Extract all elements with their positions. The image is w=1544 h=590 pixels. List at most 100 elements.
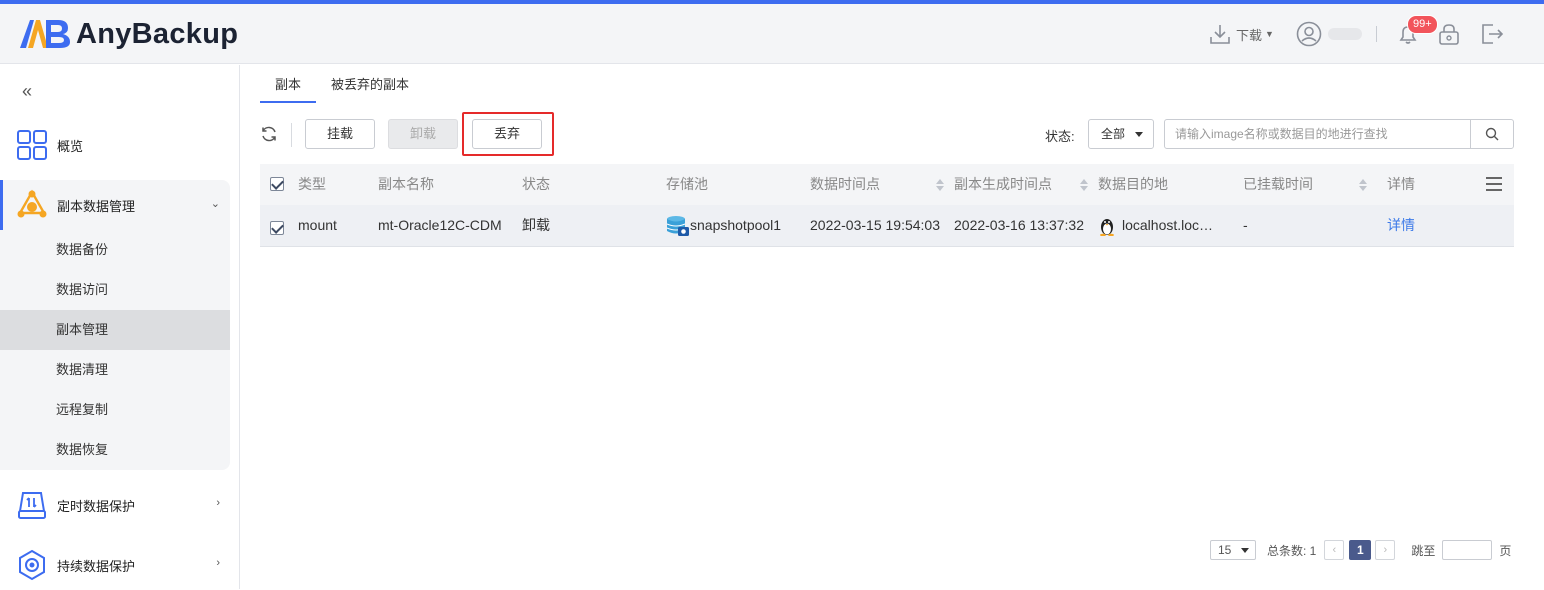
column-header-created-time[interactable]: 副本生成时间点: [954, 164, 1094, 205]
sort-icon[interactable]: [1359, 179, 1367, 191]
search-input[interactable]: [1165, 120, 1465, 148]
sidebar: « 概览 副本数据管理 ⌄ 数据备份 数据访问 副本管理 数据清理 远程复制 数…: [0, 65, 240, 589]
chevron-down-icon: ⌄: [210, 198, 220, 210]
page-suffix-label: 页: [1499, 543, 1512, 558]
sidebar-item-copy-data-management[interactable]: 副本数据管理 ⌄: [0, 180, 230, 230]
app-header: AnyBackup 下载 ▼ 99+: [0, 4, 1544, 64]
sidebar-item-label: 概览: [57, 138, 84, 154]
status-filter-label: 状态:: [1045, 129, 1075, 144]
column-header-label: 已挂载时间: [1243, 176, 1313, 192]
app-name: AnyBackup: [76, 17, 239, 50]
chevron-right-icon: ›: [216, 557, 220, 569]
sidebar-item-label: 定时数据保护: [57, 498, 136, 514]
chevron-right-icon: ›: [216, 497, 220, 509]
sidebar-subitem-data-restore[interactable]: 数据恢复: [0, 430, 230, 470]
column-header-type: 类型: [298, 176, 326, 192]
lock-icon: [1439, 24, 1459, 45]
user-menu[interactable]: [1296, 4, 1362, 64]
download-menu[interactable]: 下载 ▼: [1208, 4, 1274, 64]
column-header-data-time[interactable]: 数据时间点: [810, 164, 950, 205]
prev-page-button[interactable]: ‹: [1324, 540, 1345, 560]
chevron-left-icon: ‹: [1332, 544, 1337, 556]
sidebar-subitem-data-backup[interactable]: 数据备份: [0, 230, 230, 270]
tab-copies[interactable]: 副本: [260, 75, 317, 103]
cell-status: 卸载: [522, 217, 550, 233]
highlight-box: [462, 112, 554, 156]
caret-down-icon: [1135, 132, 1143, 137]
sidebar-item-overview[interactable]: 概览: [0, 120, 230, 170]
search-box: [1164, 119, 1514, 149]
table-row[interactable]: mount mt-Oracle12C-CDM 卸载 snapshotpool1 …: [260, 205, 1514, 247]
sidebar-subitem-data-cleanup[interactable]: 数据清理: [0, 350, 230, 390]
toolbar: 挂载 卸载 丢弃 状态: 全部: [260, 112, 1514, 156]
tab-bar: 副本 被丢弃的副本: [260, 75, 424, 103]
download-label: 下载: [1236, 27, 1263, 43]
mount-button[interactable]: 挂载: [305, 119, 375, 149]
sidebar-item-label: 副本数据管理: [57, 198, 136, 214]
jump-to-label: 跳至: [1411, 543, 1436, 558]
toolbar-divider: [291, 123, 292, 147]
cell-created-time: 2022-03-16 13:37:32: [954, 217, 1084, 233]
page-number-current[interactable]: 1: [1349, 540, 1372, 560]
copy-data-icon: [17, 189, 47, 218]
sidebar-subitem-data-access[interactable]: 数据访问: [0, 270, 230, 310]
table-header: 类型 副本名称 状态 存储池 数据时间点 副本生成时间点 数据目的地 已挂载时间…: [260, 164, 1514, 205]
user-avatar-icon: [1296, 21, 1322, 47]
notifications-button[interactable]: [1396, 4, 1420, 64]
column-header-mounted-time[interactable]: 已挂载时间: [1243, 164, 1373, 205]
pagination: 15 总条数: 1 ‹ 1 › 跳至 页: [1210, 539, 1511, 561]
collapse-sidebar-icon[interactable]: «: [22, 81, 32, 102]
row-checkbox[interactable]: [270, 221, 284, 235]
cell-pool: snapshotpool1: [666, 205, 806, 246]
refresh-icon[interactable]: [260, 125, 278, 143]
column-header-status: 状态: [522, 176, 550, 192]
sidebar-subitem-remote-replication[interactable]: 远程复制: [0, 390, 230, 430]
status-filter-value: 全部: [1101, 127, 1126, 141]
notification-badge: 99+: [1407, 15, 1438, 34]
sort-icon[interactable]: [1080, 179, 1088, 191]
lock-button[interactable]: [1437, 4, 1461, 64]
sidebar-subitem-copy-management[interactable]: 副本管理: [0, 310, 230, 350]
sidebar-item-scheduled-protection[interactable]: 定时数据保护 ›: [0, 480, 230, 530]
caret-down-icon: [1241, 548, 1249, 553]
sidebar-item-continuous-protection[interactable]: 持续数据保护 ›: [0, 540, 230, 590]
cell-type: mount: [298, 217, 337, 233]
select-all-checkbox[interactable]: [270, 177, 284, 191]
header-divider: [1376, 26, 1377, 42]
search-button[interactable]: [1470, 120, 1513, 148]
chevron-down-icon: ▼: [1265, 29, 1274, 39]
scheduled-backup-icon: [18, 492, 46, 519]
page-size-value: 15: [1218, 543, 1232, 557]
column-header-destination: 数据目的地: [1098, 176, 1168, 192]
copies-table: 类型 副本名称 状态 存储池 数据时间点 副本生成时间点 数据目的地 已挂载时间…: [260, 164, 1514, 247]
column-settings-menu-icon[interactable]: [1486, 177, 1502, 191]
storage-pool-icon: [666, 215, 689, 236]
cell-destination: localhost.loc…: [1098, 205, 1228, 246]
column-header-label: 数据时间点: [810, 176, 880, 192]
column-header-detail: 详情: [1387, 176, 1415, 192]
page-size-select[interactable]: 15: [1210, 540, 1256, 560]
cell-data-time: 2022-03-15 19:54:03: [810, 217, 940, 233]
next-page-button[interactable]: ›: [1375, 540, 1396, 560]
logout-icon: [1482, 24, 1504, 44]
dashboard-grid-icon: [17, 130, 47, 160]
jump-page-input[interactable]: [1442, 540, 1493, 560]
search-icon: [1485, 127, 1499, 141]
anybackup-logo-icon: [20, 20, 70, 48]
unmount-button[interactable]: 卸载: [388, 119, 458, 149]
sidebar-item-label: 持续数据保护: [57, 558, 136, 574]
chevron-right-icon: ›: [1383, 544, 1388, 556]
logout-button[interactable]: [1479, 4, 1505, 64]
download-icon: [1210, 25, 1230, 44]
tab-discarded-copies[interactable]: 被丢弃的副本: [316, 75, 424, 103]
linux-penguin-icon: [1100, 218, 1114, 236]
continuous-protection-icon: [19, 549, 45, 581]
status-filter-select[interactable]: 全部: [1088, 119, 1154, 149]
detail-link[interactable]: 详情: [1387, 205, 1467, 246]
username-obscured: [1328, 28, 1362, 40]
total-count: 总条数: 1: [1267, 543, 1317, 558]
sort-icon[interactable]: [936, 179, 944, 191]
column-header-name: 副本名称: [378, 176, 434, 192]
column-header-label: 副本生成时间点: [954, 176, 1052, 192]
destination-host: localhost.loc…: [1122, 217, 1214, 233]
